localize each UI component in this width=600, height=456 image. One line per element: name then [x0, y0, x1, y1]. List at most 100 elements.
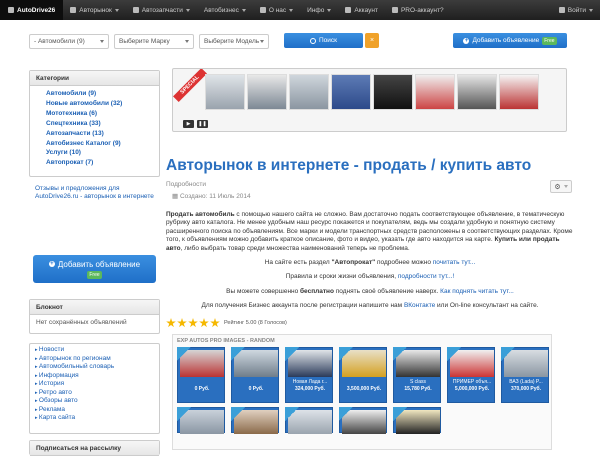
listing-price: 370,000 Руб. — [510, 386, 542, 392]
category-link[interactable]: Спецтехника (33) — [30, 119, 159, 129]
bold-text: "Автопрокат" — [331, 259, 376, 267]
line-text: На сайте есть раздел — [264, 259, 332, 267]
listing-card[interactable] — [339, 407, 387, 434]
star-icon[interactable] — [188, 318, 198, 328]
play-icon[interactable]: ▶ — [183, 120, 194, 128]
category-link[interactable]: Автозапчасти (13) — [30, 129, 159, 139]
nav-item-about[interactable]: О нас — [253, 0, 300, 20]
category-link[interactable]: Мототехника (6) — [30, 109, 159, 119]
listing-card[interactable]: Новая Лада г... 324,000 Руб. — [285, 347, 333, 403]
nav-brand[interactable]: AutoDrive26 — [0, 0, 64, 20]
add-listing-button[interactable]: + Добавить объявление Free — [453, 33, 567, 48]
listing-caption: S class — [409, 379, 427, 385]
category-link[interactable]: Новые автомобили (32) — [30, 99, 159, 109]
listing-caption: ВАЗ (Lada) P... — [509, 379, 543, 385]
sidebar-link[interactable]: Авторынок по регионам — [30, 355, 159, 364]
listing-card[interactable]: S class 15,780 Руб. — [393, 347, 441, 403]
slider-thumb[interactable] — [499, 74, 539, 110]
slider-thumb[interactable] — [415, 74, 455, 110]
listing-card[interactable] — [231, 407, 279, 434]
article-tools-button[interactable]: ⚙ — [550, 180, 572, 193]
page-title: Авторынок в интернете - продать / купить… — [166, 157, 532, 174]
pro-badge-icon — [393, 347, 407, 361]
listing-card[interactable]: 3,500,000 Руб. — [339, 347, 387, 403]
gallery-title: EXP AUTOS PRO IMAGES - RANDOM — [177, 338, 275, 344]
nav-item-info[interactable]: Инфо — [300, 0, 338, 20]
sidebar-link[interactable]: Ретро авто — [30, 389, 159, 398]
links-panel: Новости Авторынок по регионам Автомобиль… — [29, 343, 160, 434]
slider-thumb[interactable] — [457, 74, 497, 110]
top-navbar: AutoDrive26 Авторынок Автозапчасти Автоб… — [0, 0, 600, 20]
listing-card[interactable]: ВАЗ (Lada) P... 370,000 Руб. — [501, 347, 549, 403]
nav-item-business[interactable]: Автобизнес — [197, 0, 253, 20]
category-link[interactable]: Автопрокат (7) — [30, 158, 159, 168]
listing-card[interactable] — [285, 407, 333, 434]
raise-link[interactable]: Как поднять читать тут... — [440, 288, 514, 295]
make-select[interactable]: Выберите Марку — [114, 34, 194, 49]
pro-badge-icon — [177, 407, 191, 421]
rules-line: Правила и сроки жизни объявления, подроб… — [166, 273, 574, 281]
listing-card[interactable]: ПРИМЕР объя... 5,000,000 Руб. — [447, 347, 495, 403]
slider-thumb[interactable] — [205, 74, 245, 110]
listing-card[interactable]: 0 Руб. — [231, 347, 279, 403]
star-icon[interactable] — [166, 318, 176, 328]
caret-down-icon — [289, 8, 294, 12]
home-icon — [8, 7, 14, 13]
sidebar-link[interactable]: Новости — [30, 346, 159, 355]
star-icon[interactable] — [177, 318, 187, 328]
model-select[interactable]: Выберите Модель — [199, 34, 269, 49]
line-text: Вы можете совершенно — [226, 287, 301, 295]
sidebar-link[interactable]: История — [30, 380, 159, 389]
search-button[interactable]: Поиск — [284, 33, 363, 48]
user-icon — [345, 7, 352, 13]
nav-label: Автобизнес — [203, 6, 239, 14]
nav-item-account[interactable]: Аккаунт — [338, 0, 385, 20]
feedback-text: Отзывы и предложения для AutoDrive26.ru … — [35, 185, 154, 201]
caret-down-icon — [185, 8, 190, 12]
nav-label: Инфо — [307, 6, 325, 14]
free-badge: Free — [87, 270, 102, 279]
line-text: Для получения Бизнес аккаунта после реги… — [201, 302, 404, 310]
sidebar-link[interactable]: Карта сайта — [30, 414, 159, 423]
subscribe-panel: Подписаться на рассылку — [29, 440, 160, 456]
nav-login-label: Войти — [567, 6, 586, 14]
calendar-icon: ▦ — [172, 193, 180, 200]
star-icon[interactable] — [210, 318, 220, 328]
sidebar-link[interactable]: Автомобильный словарь — [30, 363, 159, 372]
pro-badge-icon — [177, 347, 191, 361]
slider-thumb[interactable] — [289, 74, 329, 110]
business-line: Для получения Бизнес аккаунта после реги… — [166, 302, 574, 310]
vk-link[interactable]: ВКонтакте — [404, 302, 435, 309]
listing-card[interactable] — [393, 407, 441, 434]
slider-thumb[interactable] — [331, 74, 371, 110]
listing-card[interactable] — [177, 407, 225, 434]
slider-thumb[interactable] — [247, 74, 287, 110]
category-link[interactable]: Автобизнес Каталог (9) — [30, 139, 159, 149]
nav-login[interactable]: Войти — [552, 0, 600, 20]
slider-thumb[interactable] — [373, 74, 413, 110]
sidebar-link[interactable]: Обзоры авто — [30, 397, 159, 406]
pause-icon[interactable]: ❚❚ — [197, 120, 208, 128]
feedback-link[interactable]: Отзывы и предложения для AutoDrive26.ru … — [29, 183, 160, 248]
sidebar-link[interactable]: Информация — [30, 372, 159, 381]
sidebar-add-listing-button[interactable]: + Добавить объявление Free — [33, 255, 156, 283]
free-badge: Free — [542, 36, 557, 45]
rental-link[interactable]: почитать тут... — [433, 259, 476, 266]
nav-item-pro[interactable]: PRO-аккаунт? — [385, 0, 451, 20]
pro-badge-icon — [501, 347, 515, 361]
caret-down-icon — [114, 8, 119, 12]
nav-item-parts[interactable]: Автозапчасти — [126, 0, 197, 20]
intro-paragraph: Продать автомобиль с помощью нашего сайт… — [166, 211, 574, 253]
bold-text: бесплатно — [300, 287, 334, 295]
line-text: подробнее можно — [375, 259, 433, 267]
category-select[interactable]: - Автомобили (9) — [29, 34, 109, 49]
category-link[interactable]: Автомобили (9) — [30, 89, 159, 99]
listing-card[interactable]: 0 Руб. — [177, 347, 225, 403]
nav-item-avtorynok[interactable]: Авторынок — [63, 0, 126, 20]
rules-link[interactable]: подробности тут...! — [398, 273, 454, 280]
clear-search-button[interactable]: × — [365, 33, 379, 48]
category-link[interactable]: Услуги (10) — [30, 148, 159, 158]
star-icon[interactable] — [199, 318, 209, 328]
categories-list: Автомобили (9) Новые автомобили (32) Мот… — [30, 86, 159, 168]
sidebar-link[interactable]: Реклама — [30, 406, 159, 415]
